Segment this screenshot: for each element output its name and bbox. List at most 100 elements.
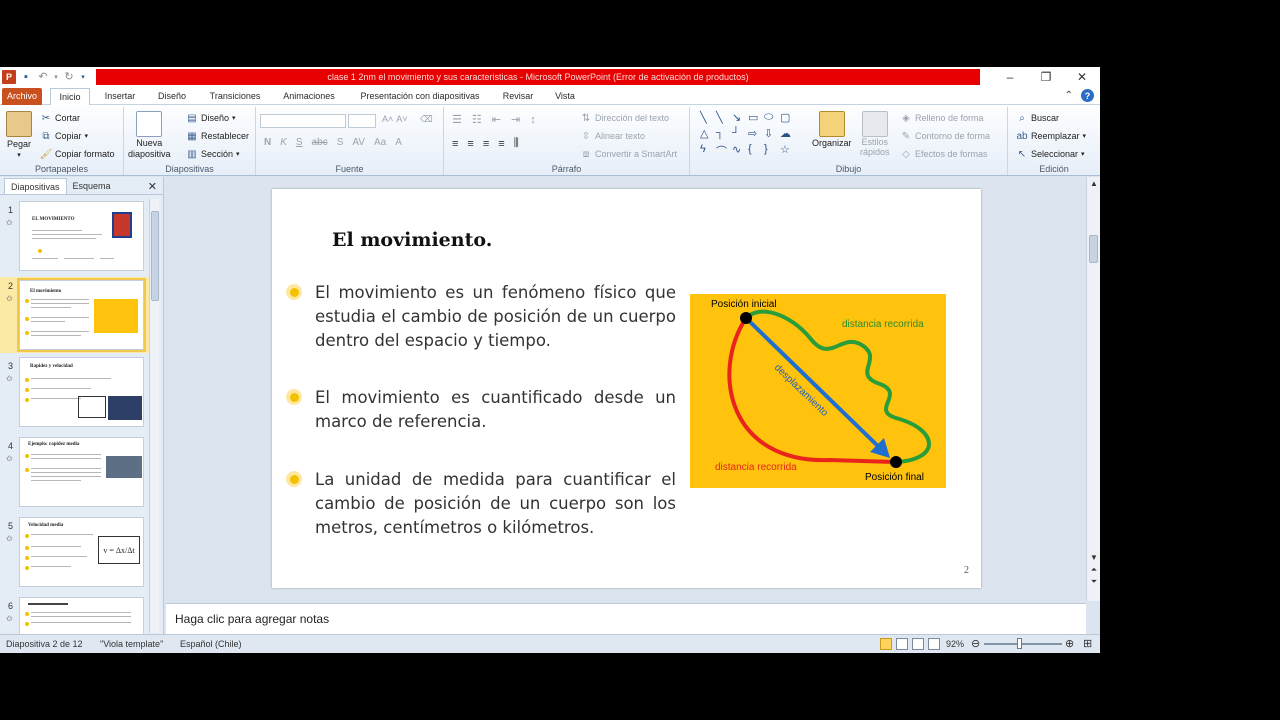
align-right-icon[interactable]: ≡	[483, 138, 489, 150]
undo-icon[interactable]: ↶	[36, 70, 50, 84]
slideshow-view-icon[interactable]	[928, 638, 940, 650]
slide-scrollbar[interactable]: ▲ ▼ ⏶ ⏷	[1086, 177, 1100, 601]
slide-title[interactable]: El movimiento.	[332, 229, 492, 251]
smartart-button[interactable]: ⧈ Convertir a SmartArt	[580, 148, 677, 160]
zoom-slider-knob[interactable]	[1017, 638, 1022, 649]
thumbnail-1[interactable]: 1 ✩ EL MOVIMIENTO	[0, 201, 150, 275]
language-indicator[interactable]: Español (Chile)	[180, 639, 242, 649]
shape-line2-icon[interactable]: ╲	[716, 111, 730, 124]
help-icon[interactable]: ?	[1081, 89, 1094, 102]
shape-arrow-icon[interactable]: ↘	[732, 111, 746, 124]
fit-to-window-icon[interactable]: ⊞	[1083, 637, 1092, 650]
scroll-down-icon[interactable]: ▼	[1087, 553, 1100, 562]
columns-icon[interactable]: ⫼	[514, 137, 519, 150]
tab-archivo[interactable]: Archivo	[2, 88, 42, 105]
minimize-icon[interactable]: –	[992, 67, 1028, 86]
template-name[interactable]: "Viola template"	[100, 639, 163, 649]
section-button[interactable]: ▥ Sección ▾	[186, 148, 239, 160]
reading-view-icon[interactable]	[912, 638, 924, 650]
thumbnail-6[interactable]: 6 ✩	[0, 597, 150, 634]
shape-cloud-icon[interactable]: ☁	[780, 127, 794, 140]
normal-view-icon[interactable]	[880, 638, 892, 650]
shape-right-arrow-icon[interactable]: ⇨	[748, 127, 762, 140]
replace-button[interactable]: ab Reemplazar ▾	[1016, 130, 1086, 142]
previous-slide-icon[interactable]: ⏶	[1087, 565, 1100, 575]
bullets-icon[interactable]: ☰	[452, 113, 462, 126]
spacing-icon[interactable]: AV	[352, 137, 365, 148]
find-button[interactable]: ⌕ Buscar	[1016, 112, 1059, 124]
font-size-buttons[interactable]: A˄ A˅	[382, 114, 408, 124]
tab-vista[interactable]: Vista	[546, 88, 584, 105]
shape-line-icon[interactable]: ╲	[700, 111, 714, 124]
select-button[interactable]: ↖ Seleccionar ▾	[1016, 148, 1085, 160]
zoom-in-icon[interactable]: ⊕	[1065, 637, 1074, 650]
align-left-icon[interactable]: ≡	[452, 138, 458, 150]
bullet-item-3[interactable]: La unidad de medida para cuantificar el …	[286, 468, 676, 540]
case-icon[interactable]: Aa	[374, 137, 386, 148]
panel-scrollbar-thumb[interactable]	[151, 211, 159, 301]
shape-curve-icon[interactable]: ⌒	[716, 143, 730, 159]
decrease-indent-icon[interactable]: ⇤	[492, 113, 501, 126]
shape-triangle-icon[interactable]: △	[700, 127, 714, 140]
thumbnail-2[interactable]: 2 ✩ El movimiento	[0, 277, 150, 353]
bullet-item-2[interactable]: El movimiento es cuantificado desde un m…	[286, 386, 676, 434]
save-icon[interactable]: ▪	[19, 70, 33, 84]
customize-toolbar-icon[interactable]: ▾	[79, 70, 87, 84]
motion-diagram[interactable]: Posición inicial Posición final distanci…	[690, 294, 946, 488]
arrange-button[interactable]: Organizar	[812, 111, 852, 148]
tab-diseno[interactable]: Diseño	[150, 88, 194, 105]
panel-scrollbar[interactable]	[149, 199, 159, 633]
font-color-icon[interactable]: A	[395, 137, 402, 148]
restore-icon[interactable]: ❐	[1028, 67, 1064, 86]
quick-styles-button[interactable]: Estilos rápidos	[860, 111, 890, 157]
powerpoint-icon[interactable]: P	[2, 69, 16, 84]
tab-presentacion[interactable]: Presentación con diapositivas	[350, 88, 490, 105]
tab-transiciones[interactable]: Transiciones	[202, 88, 268, 105]
redo-icon[interactable]: ↻	[62, 70, 76, 84]
zoom-slider[interactable]	[984, 643, 1062, 645]
shape-rect-icon[interactable]: ▭	[748, 111, 762, 124]
font-size-combo[interactable]	[348, 114, 376, 128]
scroll-up-icon[interactable]: ▲	[1087, 179, 1100, 188]
tab-animaciones[interactable]: Animaciones	[276, 88, 342, 105]
align-center-icon[interactable]: ≡	[467, 138, 473, 150]
shape-star-icon[interactable]: ☆	[780, 143, 794, 159]
italic-icon[interactable]: K	[280, 137, 287, 148]
shape-lightning-icon[interactable]: ϟ	[700, 143, 714, 159]
thumbnail-5[interactable]: 5 ✩ Velocidad media v = Δx/Δt	[0, 517, 150, 591]
tab-inicio[interactable]: Inicio	[50, 88, 90, 106]
clear-format-icon[interactable]: ⌫	[420, 114, 433, 125]
align-text-button[interactable]: ⇳ Alinear texto	[580, 130, 645, 142]
tab-insertar[interactable]: Insertar	[98, 88, 142, 105]
shape-rounded-icon[interactable]: ▢	[780, 111, 794, 124]
shape-oval-icon[interactable]: ⬭	[764, 111, 778, 124]
strikethrough-icon[interactable]: abc	[312, 137, 328, 148]
shape-fill-button[interactable]: ◈ Relleno de forma	[900, 112, 983, 124]
shape-down-arrow-icon[interactable]: ⇩	[764, 127, 778, 140]
close-panel-icon[interactable]: ✕	[148, 180, 157, 193]
notes-placeholder[interactable]: Haga clic para agregar notas	[175, 612, 329, 626]
close-icon[interactable]: ✕	[1064, 67, 1100, 86]
shape-connector-icon[interactable]: ┘	[732, 127, 746, 140]
tab-diapositivas[interactable]: Diapositivas	[4, 178, 67, 194]
notes-pane[interactable]: Haga clic para agregar notas	[166, 603, 1086, 634]
bullet-item-1[interactable]: El movimiento es un fenómeno físico que …	[286, 281, 676, 353]
reset-button[interactable]: ▦ Restablecer	[186, 130, 249, 142]
line-spacing-icon[interactable]: ↕	[530, 114, 536, 126]
new-slide-button[interactable]: Nueva diapositiva	[128, 111, 171, 159]
tab-revisar[interactable]: Revisar	[496, 88, 540, 105]
thumbnail-3[interactable]: 3 ✩ Rapidez y velocidad	[0, 357, 150, 431]
copy-button[interactable]: ⧉ Copiar ▾	[40, 130, 88, 142]
zoom-out-icon[interactable]: ⊖	[971, 637, 980, 650]
minimize-ribbon-icon[interactable]: ⌃	[1065, 90, 1073, 101]
thumbnail-4[interactable]: 4 ✩ Ejemplo: rapidez media	[0, 437, 150, 511]
format-painter-button[interactable]: 🖌 Copiar formato	[40, 148, 115, 160]
underline-icon[interactable]: S	[296, 137, 303, 148]
next-slide-icon[interactable]: ⏷	[1087, 577, 1100, 587]
paste-button[interactable]: Pegar ▾	[6, 111, 32, 159]
current-slide[interactable]: El movimiento. El movimiento es un fenóm…	[272, 189, 981, 588]
shape-freeform-icon[interactable]: ∿	[732, 143, 746, 159]
font-family-combo[interactable]	[260, 114, 346, 128]
bold-icon[interactable]: N	[264, 137, 271, 148]
text-direction-button[interactable]: ⇅ Dirección del texto	[580, 112, 669, 124]
